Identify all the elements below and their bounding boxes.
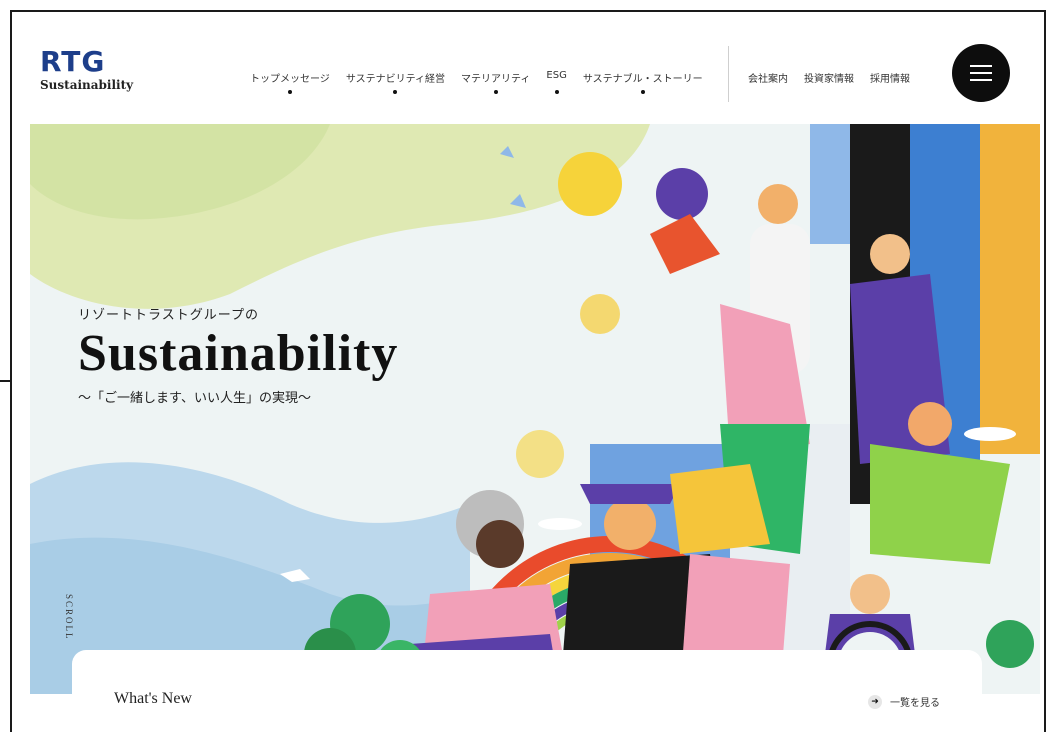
nav-dot [393,90,398,94]
nav-sustainable-story[interactable]: サステナブル・ストーリー [583,70,703,94]
nav-dot [493,90,498,94]
site-logo[interactable]: RTG Sustainability [40,45,134,93]
view-all-link[interactable]: ➜ 一覧を見る [868,694,940,709]
menu-line-icon [970,72,992,74]
whats-new-title: What's New [114,690,192,707]
nav-sustainability-management[interactable]: サステナビリティ経営 [346,70,445,94]
view-all-label: 一覧を見る [890,698,940,709]
arrow-right-icon: ➜ [868,694,882,709]
hero-subtitle: ～「ご一緒します、いい人生」の実現～ [78,391,311,406]
browser-page: RTG Sustainability トップメッセージ サステナビリティ経営 マ… [10,10,1046,732]
hero-section: リゾートトラストグループの Sustainability ～「ご一緒します、いい… [30,124,1040,694]
hero-text: リゾートトラストグループの Sustainability ～「ご一緒します、いい… [78,304,398,406]
secondary-nav: 会社案内 投資家情報 採用情報 [748,70,926,85]
menu-line-icon [970,79,992,81]
logo-subtitle: Sustainability [40,78,134,92]
nav-investors[interactable]: 投資家情報 [804,70,854,85]
hero-illustration [30,124,1040,694]
nav-dot [554,90,559,94]
hero-title: Sustainability [78,325,399,382]
hero-kicker: リゾートトラストグループの [78,308,259,323]
whats-new-panel: What's New ➜ 一覧を見る [72,650,982,732]
menu-line-icon [970,65,992,67]
nav-dot [640,90,645,94]
primary-nav: トップメッセージ サステナビリティ経営 マテリアリティ ESG サステナブル・ス… [250,70,719,94]
outer-divider [0,380,10,382]
nav-company[interactable]: 会社案内 [748,70,788,85]
nav-esg[interactable]: ESG [546,70,567,94]
nav-materiality[interactable]: マテリアリティ [461,70,530,94]
scroll-indicator[interactable]: SCROLL [64,594,74,641]
nav-divider [728,46,729,102]
nav-dot [287,90,292,94]
site-header: RTG Sustainability トップメッセージ サステナビリティ経営 マ… [12,12,1044,124]
logo-mark: RTG [40,45,106,78]
hamburger-menu-button[interactable] [952,44,1010,102]
nav-top-message[interactable]: トップメッセージ [250,70,330,94]
nav-recruit[interactable]: 採用情報 [870,70,910,85]
